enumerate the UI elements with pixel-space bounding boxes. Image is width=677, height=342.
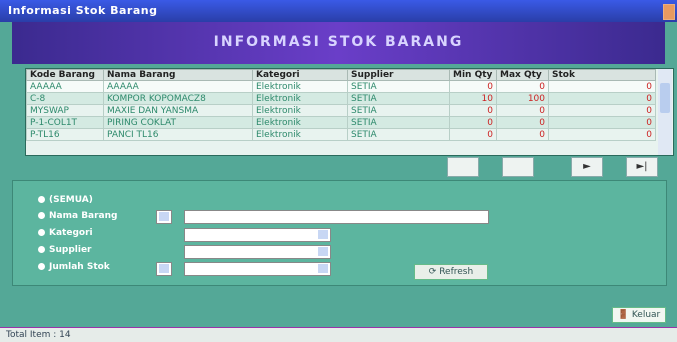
col-min[interactable]: Min Qty (449, 69, 497, 81)
chevron-down-icon (318, 230, 328, 239)
cell: Elektronik (252, 104, 348, 117)
cell: SETIA (347, 104, 450, 117)
cell: P-TL16 (26, 128, 104, 141)
exit-icon: 🚪 (617, 310, 632, 320)
filter-panel (12, 180, 667, 286)
chevron-down-icon (318, 247, 328, 256)
col-kode[interactable]: Kode Barang (26, 69, 104, 81)
radio-icon (38, 263, 45, 270)
cell: 0 (548, 116, 656, 129)
col-kategori[interactable]: Kategori (252, 69, 348, 81)
option-nama-barang[interactable]: Nama Barang (38, 211, 117, 221)
radio-icon (38, 196, 45, 203)
chevron-down-icon (159, 264, 169, 273)
prev-button[interactable] (502, 157, 534, 177)
cell: KOMPOR KOPOMACZ8 (103, 92, 253, 105)
stok-value-select[interactable] (184, 262, 331, 276)
cell: AAAAA (103, 80, 253, 93)
cell: 0 (449, 104, 497, 117)
radio-icon (38, 229, 45, 236)
cell: PIRING COKLAT (103, 116, 253, 129)
cell: C-8 (26, 92, 104, 105)
close-icon[interactable] (663, 4, 675, 20)
table-row[interactable]: AAAAA AAAAA Elektronik SETIA 0 0 0 (26, 80, 656, 93)
cell: AAAAA (26, 80, 104, 93)
stok-operator-select[interactable] (156, 262, 172, 276)
name-search-input[interactable] (184, 210, 489, 224)
cell: SETIA (347, 128, 450, 141)
cell: 0 (496, 104, 549, 117)
option-kategori[interactable]: Kategori (38, 228, 93, 238)
next-button[interactable]: ► (571, 157, 603, 177)
cell: 100 (496, 92, 549, 105)
cell: MAXIE DAN YANSMA (103, 104, 253, 117)
table-row[interactable]: MYSWAP MAXIE DAN YANSMA Elektronik SETIA… (26, 104, 656, 117)
col-max[interactable]: Max Qty (496, 69, 549, 81)
cell: P-1-COL1T (26, 116, 104, 129)
refresh-icon: ⟳ (428, 267, 440, 277)
cell: 0 (548, 80, 656, 93)
chevron-down-icon (159, 212, 169, 221)
cell: 0 (449, 116, 497, 129)
cell: Elektronik (252, 80, 348, 93)
page-title: INFORMASI STOK BARANG (213, 34, 464, 50)
cell: MYSWAP (26, 104, 104, 117)
chevron-down-icon (318, 264, 328, 273)
cell: 10 (449, 92, 497, 105)
keluar-button[interactable]: 🚪 Keluar (612, 307, 666, 323)
refresh-button[interactable]: ⟳ Refresh (414, 264, 488, 280)
cell: 0 (496, 128, 549, 141)
cell: 0 (449, 128, 497, 141)
last-button[interactable]: ►| (626, 157, 658, 177)
app-window: Informasi Stok Barang INFORMASI STOK BAR… (0, 0, 677, 342)
window-title: Informasi Stok Barang (8, 4, 158, 17)
option-supplier[interactable]: Supplier (38, 245, 92, 255)
header-banner: INFORMASI STOK BARANG (12, 22, 665, 64)
cell: SETIA (347, 116, 450, 129)
table-row[interactable]: P-1-COL1T PIRING COKLAT Elektronik SETIA… (26, 116, 656, 129)
radio-icon (38, 212, 45, 219)
cell: 0 (449, 80, 497, 93)
name-operator-select[interactable] (156, 210, 172, 224)
status-text: Total Item : 14 (6, 330, 71, 340)
status-bar: Total Item : 14 (0, 327, 677, 342)
cell: Elektronik (252, 92, 348, 105)
stock-table: Kode Barang Nama Barang Kategori Supplie… (26, 69, 656, 141)
cell: SETIA (347, 80, 450, 93)
title-bar: Informasi Stok Barang (0, 0, 677, 22)
cell: Elektronik (252, 128, 348, 141)
cell: 0 (548, 104, 656, 117)
col-supplier[interactable]: Supplier (347, 69, 450, 81)
cell: Elektronik (252, 116, 348, 129)
cell: 0 (548, 92, 656, 105)
table-row[interactable]: P-TL16 PANCI TL16 Elektronik SETIA 0 0 0 (26, 128, 656, 141)
option-semua[interactable]: (SEMUA) (38, 195, 93, 205)
col-stok[interactable]: Stok (548, 69, 656, 81)
table-header-row: Kode Barang Nama Barang Kategori Supplie… (26, 69, 656, 81)
cell: 0 (496, 80, 549, 93)
supplier-select[interactable] (184, 245, 331, 259)
radio-icon (38, 246, 45, 253)
col-nama[interactable]: Nama Barang (103, 69, 253, 81)
stock-grid[interactable]: Kode Barang Nama Barang Kategori Supplie… (25, 68, 674, 156)
scroll-thumb[interactable] (660, 83, 670, 113)
table-row[interactable]: C-8 KOMPOR KOPOMACZ8 Elektronik SETIA 10… (26, 92, 656, 105)
cell: 0 (548, 128, 656, 141)
cell: PANCI TL16 (103, 128, 253, 141)
first-button[interactable] (447, 157, 479, 177)
grid-scrollbar[interactable] (658, 69, 672, 155)
cell: 0 (496, 116, 549, 129)
option-jumlah-stok[interactable]: Jumlah Stok (38, 262, 110, 272)
cell: SETIA (347, 92, 450, 105)
kategori-select[interactable] (184, 228, 331, 242)
